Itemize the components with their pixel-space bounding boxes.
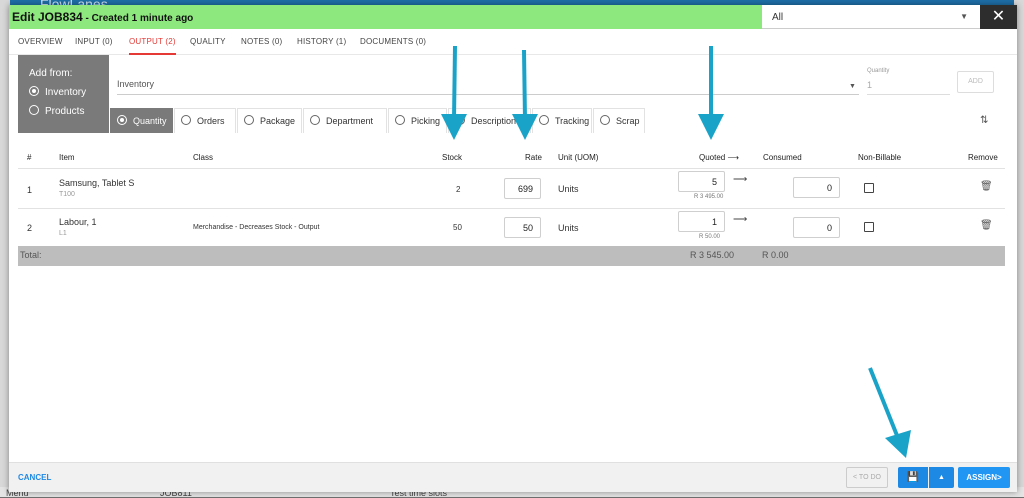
arrow-to-quoted [698, 46, 724, 140]
arrow-to-stock [441, 45, 467, 140]
arrow-to-save [868, 367, 911, 458]
arrow-to-rate [512, 49, 538, 140]
annotation-arrows [441, 45, 911, 458]
